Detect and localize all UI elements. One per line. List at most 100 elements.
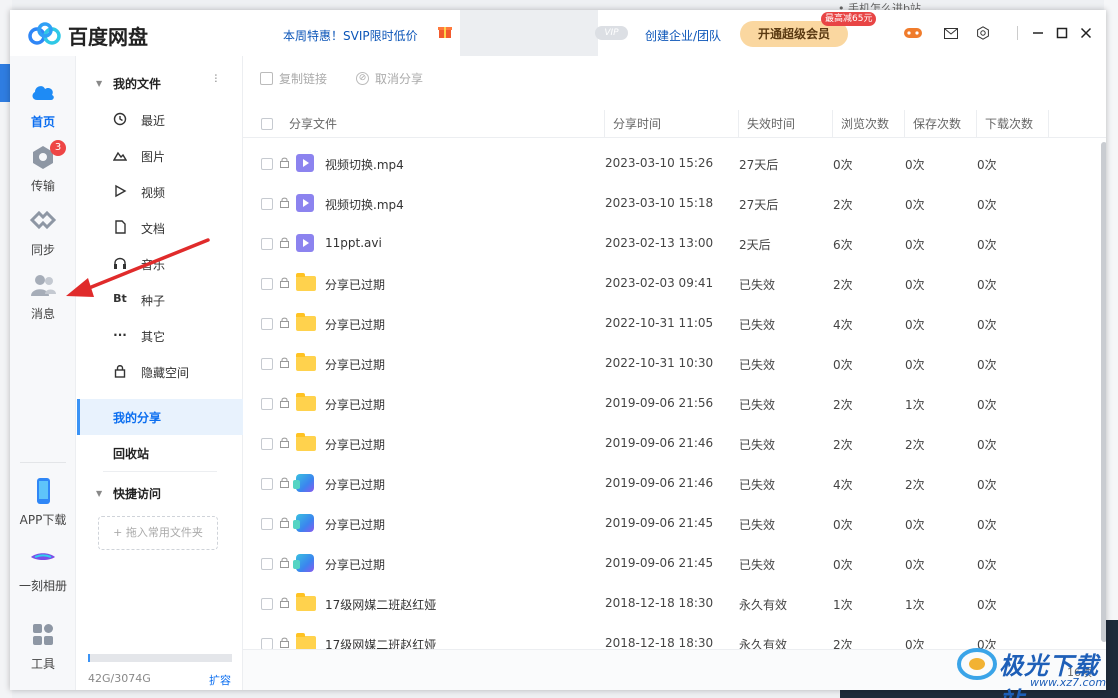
file-name[interactable]: 分享已过期: [325, 316, 385, 333]
promo-link[interactable]: 本周特惠！SVIP限时低价: [283, 27, 418, 44]
file-name[interactable]: 视频切换.mp4: [325, 156, 404, 173]
row-checkbox[interactable]: [261, 518, 273, 530]
sidebar-item-label: 种子: [141, 294, 166, 308]
table-row[interactable]: 分享已过期 2022-10-31 10:30 已失效 0次 0次 0次: [243, 344, 1106, 384]
sidebar-item-my-share[interactable]: 我的分享: [77, 399, 243, 435]
sidebar-item-video[interactable]: 视频: [77, 174, 243, 210]
select-all-checkbox[interactable]: [261, 118, 273, 130]
nav-sync[interactable]: 同步: [10, 208, 76, 258]
row-checkbox[interactable]: [261, 438, 273, 450]
mail-icon[interactable]: [941, 24, 961, 42]
sidebar-item-torrent[interactable]: Bt 种子: [77, 282, 243, 318]
sidebar-item-hidden-space[interactable]: 隐藏空间: [77, 354, 243, 390]
row-checkbox[interactable]: [261, 558, 273, 570]
user-avatar-area[interactable]: [460, 10, 598, 56]
row-checkbox[interactable]: [261, 398, 273, 410]
app-logo-icon: [28, 22, 61, 45]
minimize-icon[interactable]: [1028, 24, 1048, 42]
header-saves[interactable]: 保存次数: [905, 110, 977, 138]
maximize-icon[interactable]: [1052, 24, 1072, 42]
file-name[interactable]: 视频切换.mp4: [325, 196, 404, 213]
file-name[interactable]: 分享已过期: [325, 436, 385, 453]
video-file-icon: [296, 154, 314, 172]
table-row[interactable]: 17级网媒二班赵红娅 2018-12-18 18:30 永久有效 1次 1次 0次: [243, 584, 1106, 624]
collapse-triangle-icon[interactable]: ▼: [96, 489, 102, 498]
title-bar: 百度网盘 本周特惠！SVIP限时低价 VIP 创建企业/团队 开通超级会员 最高…: [10, 10, 1106, 56]
close-icon[interactable]: [1076, 24, 1096, 42]
file-name[interactable]: 分享已过期: [325, 356, 385, 373]
headphone-icon: [114, 257, 126, 269]
view-count: 2次: [833, 198, 853, 212]
table-row[interactable]: 分享已过期 2022-10-31 11:05 已失效 4次 0次 0次: [243, 304, 1106, 344]
file-name[interactable]: 分享已过期: [325, 276, 385, 293]
create-enterprise-link[interactable]: 创建企业/团队: [645, 27, 721, 44]
download-count: 0次: [977, 558, 997, 572]
nav-transfer-label: 传输: [30, 179, 55, 193]
nav-message-label: 消息: [30, 307, 55, 321]
nav-home[interactable]: 首页: [10, 80, 76, 130]
quick-access-header[interactable]: ▼ 快捷访问: [77, 484, 243, 504]
lock-icon: [280, 277, 289, 288]
nav-message[interactable]: 消息: [10, 272, 76, 322]
watermark-text: 极光下载站: [999, 652, 1099, 698]
table-row[interactable]: 视频切换.mp4 2023-03-10 15:26 27天后 0次 0次 0次: [243, 144, 1106, 184]
row-checkbox[interactable]: [261, 318, 273, 330]
table-row[interactable]: 分享已过期 2019-09-06 21:45 已失效 0次 0次 0次: [243, 544, 1106, 584]
header-views[interactable]: 浏览次数: [833, 110, 905, 138]
game-icon[interactable]: [903, 24, 923, 42]
file-name[interactable]: 分享已过期: [325, 476, 385, 493]
file-name[interactable]: 分享已过期: [325, 556, 385, 573]
table-row[interactable]: 分享已过期 2019-09-06 21:56 已失效 2次 1次 0次: [243, 384, 1106, 424]
nav-tools[interactable]: 工具: [10, 622, 76, 672]
table-row[interactable]: 分享已过期 2019-09-06 21:45 已失效 0次 0次 0次: [243, 504, 1106, 544]
sidebar-item-other[interactable]: ··· 其它: [77, 318, 243, 354]
folder-icon: [296, 593, 316, 611]
nav-transfer[interactable]: 3 传输: [10, 140, 76, 194]
more-options-icon[interactable]: ···: [207, 73, 222, 82]
table-row[interactable]: 分享已过期 2019-09-06 21:46 已失效 2次 2次 0次: [243, 424, 1106, 464]
row-checkbox[interactable]: [261, 278, 273, 290]
header-time[interactable]: 分享时间: [605, 110, 739, 138]
collapse-triangle-icon[interactable]: ▼: [96, 79, 102, 88]
drop-folder-zone[interactable]: + 拖入常用文件夹: [98, 516, 218, 550]
header-expire[interactable]: 失效时间: [739, 110, 833, 138]
settings-icon[interactable]: [973, 24, 993, 42]
scrollbar[interactable]: [1101, 142, 1106, 642]
row-checkbox[interactable]: [261, 598, 273, 610]
copy-link-button[interactable]: 复制链接: [260, 70, 327, 87]
table-row[interactable]: 分享已过期 2023-02-03 09:41 已失效 2次 0次 0次: [243, 264, 1106, 304]
my-files-header[interactable]: ▼ 我的文件 ···: [77, 73, 243, 94]
save-count: 0次: [905, 278, 925, 292]
file-name[interactable]: 11ppt.avi: [325, 236, 382, 250]
gift-icon[interactable]: [437, 23, 453, 39]
row-checkbox[interactable]: [261, 358, 273, 370]
row-checkbox[interactable]: [261, 158, 273, 170]
expand-storage-link[interactable]: 扩容: [209, 672, 231, 688]
sidebar-item-music[interactable]: 音乐: [77, 246, 243, 282]
save-count: 0次: [905, 238, 925, 252]
row-checkbox[interactable]: [261, 198, 273, 210]
header-downloads[interactable]: 下载次数: [977, 110, 1049, 138]
table-row[interactable]: 视频切换.mp4 2023-03-10 15:18 27天后 2次 0次 0次: [243, 184, 1106, 224]
sidebar-item-documents[interactable]: 文档: [77, 210, 243, 246]
sidebar-item-recent[interactable]: 最近: [77, 102, 243, 138]
header-file[interactable]: 分享文件: [281, 110, 605, 138]
nav-album[interactable]: 一刻相册: [10, 544, 76, 594]
sidebar-item-images[interactable]: 图片: [77, 138, 243, 174]
table-row[interactable]: 11ppt.avi 2023-02-13 13:00 2天后 6次 0次 0次: [243, 224, 1106, 264]
row-checkbox[interactable]: [261, 478, 273, 490]
file-name[interactable]: 分享已过期: [325, 516, 385, 533]
file-name[interactable]: 17级网媒二班赵红娅: [325, 596, 436, 613]
file-name[interactable]: 分享已过期: [325, 396, 385, 413]
my-files-label: 我的文件: [113, 77, 162, 91]
expire-time: 永久有效: [739, 598, 788, 612]
nav-app-download[interactable]: APP下载: [10, 478, 76, 528]
toolbar: 复制链接 ⊘ 取消分享: [243, 56, 1106, 98]
cancel-share-button[interactable]: ⊘ 取消分享: [356, 70, 423, 87]
table-row[interactable]: 分享已过期 2019-09-06 21:46 已失效 4次 2次 0次: [243, 464, 1106, 504]
row-checkbox[interactable]: [261, 238, 273, 250]
download-count: 0次: [977, 158, 997, 172]
sidebar-item-recycle-bin[interactable]: 回收站: [77, 435, 243, 471]
nav-tools-label: 工具: [30, 657, 55, 671]
nav-album-label: 一刻相册: [18, 579, 67, 593]
